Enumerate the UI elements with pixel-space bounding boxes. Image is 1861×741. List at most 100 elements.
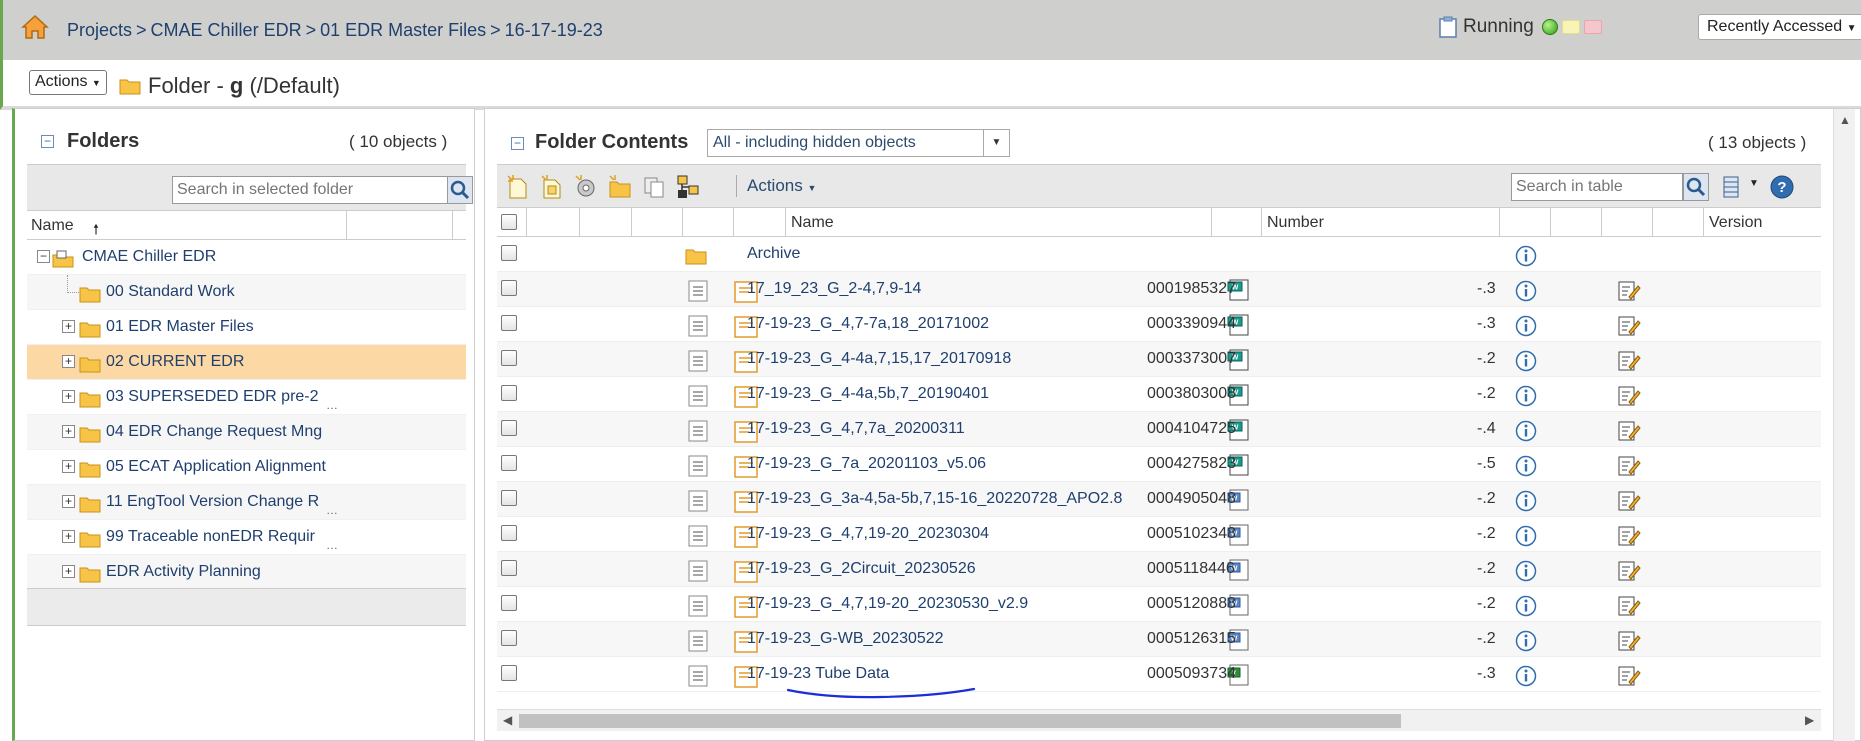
table-row[interactable]: 17-19-23_G_4,7,19-20_20230530_v2.9 W 00051… xyxy=(497,587,1821,622)
collapse-icon[interactable]: − xyxy=(37,250,50,263)
document-info-icon[interactable] xyxy=(688,385,708,407)
folder-tree-item[interactable]: 00 Standard Work xyxy=(27,275,466,310)
edit-icon[interactable] xyxy=(1617,383,1641,407)
table-row[interactable]: 17-19-23 Tube Data X 0005093734 -.3 xyxy=(497,657,1821,692)
edit-icon[interactable] xyxy=(1617,593,1641,617)
folder-tree-item[interactable]: +03 SUPERSEDED EDR pre-2… xyxy=(27,380,466,415)
info-icon[interactable] xyxy=(1515,630,1537,652)
new-document-icon[interactable] xyxy=(505,174,531,200)
table-row[interactable]: 17-19-23_G_4-4a,5b,7_20190401 W 0003803008… xyxy=(497,377,1821,412)
info-icon[interactable] xyxy=(1515,350,1537,372)
expand-icon[interactable]: + xyxy=(62,565,75,578)
row-name-link[interactable]: 17_19_23_G_2-4,7,9-14 xyxy=(747,280,921,298)
info-icon[interactable] xyxy=(1515,315,1537,337)
breadcrumb-cmae-chiller-edr[interactable]: CMAE Chiller EDR xyxy=(151,20,302,40)
breadcrumb-current-folder[interactable]: 16-17-19-23 xyxy=(505,20,603,40)
info-icon[interactable] xyxy=(1515,420,1537,442)
table-row[interactable]: 17-19-23_G-WB_20230522 W 0005126315 -.2 xyxy=(497,622,1821,657)
table-search-input[interactable] xyxy=(1511,173,1683,201)
scroll-left-icon[interactable]: ◀ xyxy=(503,713,512,727)
info-icon[interactable] xyxy=(1515,490,1537,512)
new-part-icon[interactable] xyxy=(573,174,599,200)
edit-icon[interactable] xyxy=(1617,663,1641,687)
document-info-icon[interactable] xyxy=(688,665,708,687)
document-info-icon[interactable] xyxy=(688,350,708,372)
document-info-icon[interactable] xyxy=(688,420,708,442)
column-number[interactable]: Number xyxy=(1267,214,1324,232)
row-checkbox[interactable] xyxy=(501,315,517,331)
new-document-from-template-icon[interactable] xyxy=(539,174,565,200)
row-checkbox[interactable] xyxy=(501,490,517,506)
folder-search-input[interactable] xyxy=(172,176,448,204)
select-all-checkbox[interactable] xyxy=(501,214,517,230)
breadcrumb-01-edr-master-files[interactable]: 01 EDR Master Files xyxy=(320,20,486,40)
document-info-icon[interactable] xyxy=(688,280,708,302)
row-name-link[interactable]: 17-19-23 Tube Data xyxy=(747,665,889,683)
row-name-link[interactable]: 17-19-23_G_2Circuit_20230526 xyxy=(747,560,976,578)
table-row[interactable]: 17-19-23_G_4-4a,7,15,17_20170918 W 0003373… xyxy=(497,342,1821,377)
table-row[interactable]: 17_19_23_G_2-4,7,9-14 W 0001985327 -.3 xyxy=(497,272,1821,307)
folder-tree-item[interactable]: − CMAE Chiller EDR xyxy=(27,240,466,275)
table-row[interactable]: 17-19-23_G_2Circuit_20230526 W 0005118446-… xyxy=(497,552,1821,587)
actions-menu-button[interactable]: Actions ▼ xyxy=(29,70,107,95)
copy-icon[interactable] xyxy=(641,174,667,200)
column-version[interactable]: Version xyxy=(1709,214,1762,232)
edit-icon[interactable] xyxy=(1617,348,1641,372)
column-name[interactable]: Name xyxy=(31,217,74,235)
edit-icon[interactable] xyxy=(1617,453,1641,477)
row-checkbox[interactable] xyxy=(501,595,517,611)
column-name[interactable]: Name xyxy=(791,214,834,232)
edit-icon[interactable] xyxy=(1617,313,1641,337)
edit-icon[interactable] xyxy=(1617,278,1641,302)
collapse-icon[interactable]: − xyxy=(511,137,524,150)
info-icon[interactable] xyxy=(1515,245,1537,267)
document-info-icon[interactable] xyxy=(688,490,708,512)
breadcrumb-projects[interactable]: Projects xyxy=(67,20,132,40)
row-name-link[interactable]: 17-19-23_G_4-4a,7,15,17_20170918 xyxy=(747,350,1011,368)
expand-icon[interactable]: + xyxy=(62,355,75,368)
row-name-link[interactable]: 17-19-23_G_4,7,19-20_20230304 xyxy=(747,525,989,543)
folder-tree-item[interactable]: +99 Traceable nonEDR Requir… xyxy=(27,520,466,555)
recently-accessed-dropdown[interactable]: Recently Accessed ▼ xyxy=(1698,14,1861,40)
row-name-link[interactable]: 17-19-23_G_4,7,7a_20200311 xyxy=(747,420,965,438)
new-folder-icon[interactable] xyxy=(607,174,633,200)
row-name-link[interactable]: 17-19-23_G-WB_20230522 xyxy=(747,630,944,648)
row-checkbox[interactable] xyxy=(501,280,517,296)
table-row[interactable]: 17-19-23_G_3a-4,5a-5b,7,15-16_20220728_A… xyxy=(497,482,1821,517)
help-icon[interactable]: ? xyxy=(1769,174,1795,200)
expand-icon[interactable]: + xyxy=(62,530,75,543)
edit-icon[interactable] xyxy=(1617,418,1641,442)
row-checkbox[interactable] xyxy=(501,350,517,366)
chevron-down-icon[interactable]: ▼ xyxy=(1749,178,1759,189)
row-name-link[interactable]: 17-19-23_G_4-4a,5b,7_20190401 xyxy=(747,385,989,403)
row-name-link[interactable]: 17-19-23_G_4,7,19-20_20230530_v2.9 xyxy=(747,595,1028,613)
expand-icon[interactable]: + xyxy=(62,320,75,333)
document-info-icon[interactable] xyxy=(688,630,708,652)
edit-icon[interactable] xyxy=(1617,558,1641,582)
folder-tree-item[interactable]: + EDR Activity Planning xyxy=(27,555,466,590)
collapse-icon[interactable]: − xyxy=(41,135,54,148)
horizontal-scrollbar[interactable]: ◀ ▶ xyxy=(497,709,1821,731)
document-info-icon[interactable] xyxy=(688,315,708,337)
document-info-icon[interactable] xyxy=(688,525,708,547)
row-checkbox[interactable] xyxy=(501,525,517,541)
edit-icon[interactable] xyxy=(1617,523,1641,547)
scroll-right-icon[interactable]: ▶ xyxy=(1805,713,1814,727)
row-checkbox[interactable] xyxy=(501,665,517,681)
expand-icon[interactable]: + xyxy=(62,425,75,438)
search-button[interactable] xyxy=(447,176,473,204)
folder-tree-item[interactable]: +02 CURRENT EDR xyxy=(27,345,466,380)
table-row[interactable]: 17-19-23_G_4,7,19-20_20230304 W 0005102348… xyxy=(497,517,1821,552)
document-info-icon[interactable] xyxy=(688,455,708,477)
home-icon[interactable] xyxy=(21,14,49,40)
structure-icon[interactable] xyxy=(675,174,701,200)
table-search-button[interactable] xyxy=(1683,173,1709,201)
info-icon[interactable] xyxy=(1515,525,1537,547)
row-name-link[interactable]: 17-19-23_G_3a-4,5a-5b,7,15-16_20220728_A… xyxy=(747,490,1122,508)
folder-tree-item[interactable]: +04 EDR Change Request Mng xyxy=(27,415,466,450)
visibility-filter-select[interactable]: All - including hidden objects ▼ xyxy=(707,129,1010,157)
row-checkbox[interactable] xyxy=(501,455,517,471)
info-icon[interactable] xyxy=(1515,280,1537,302)
row-checkbox[interactable] xyxy=(501,420,517,436)
expand-icon[interactable]: + xyxy=(62,390,75,403)
